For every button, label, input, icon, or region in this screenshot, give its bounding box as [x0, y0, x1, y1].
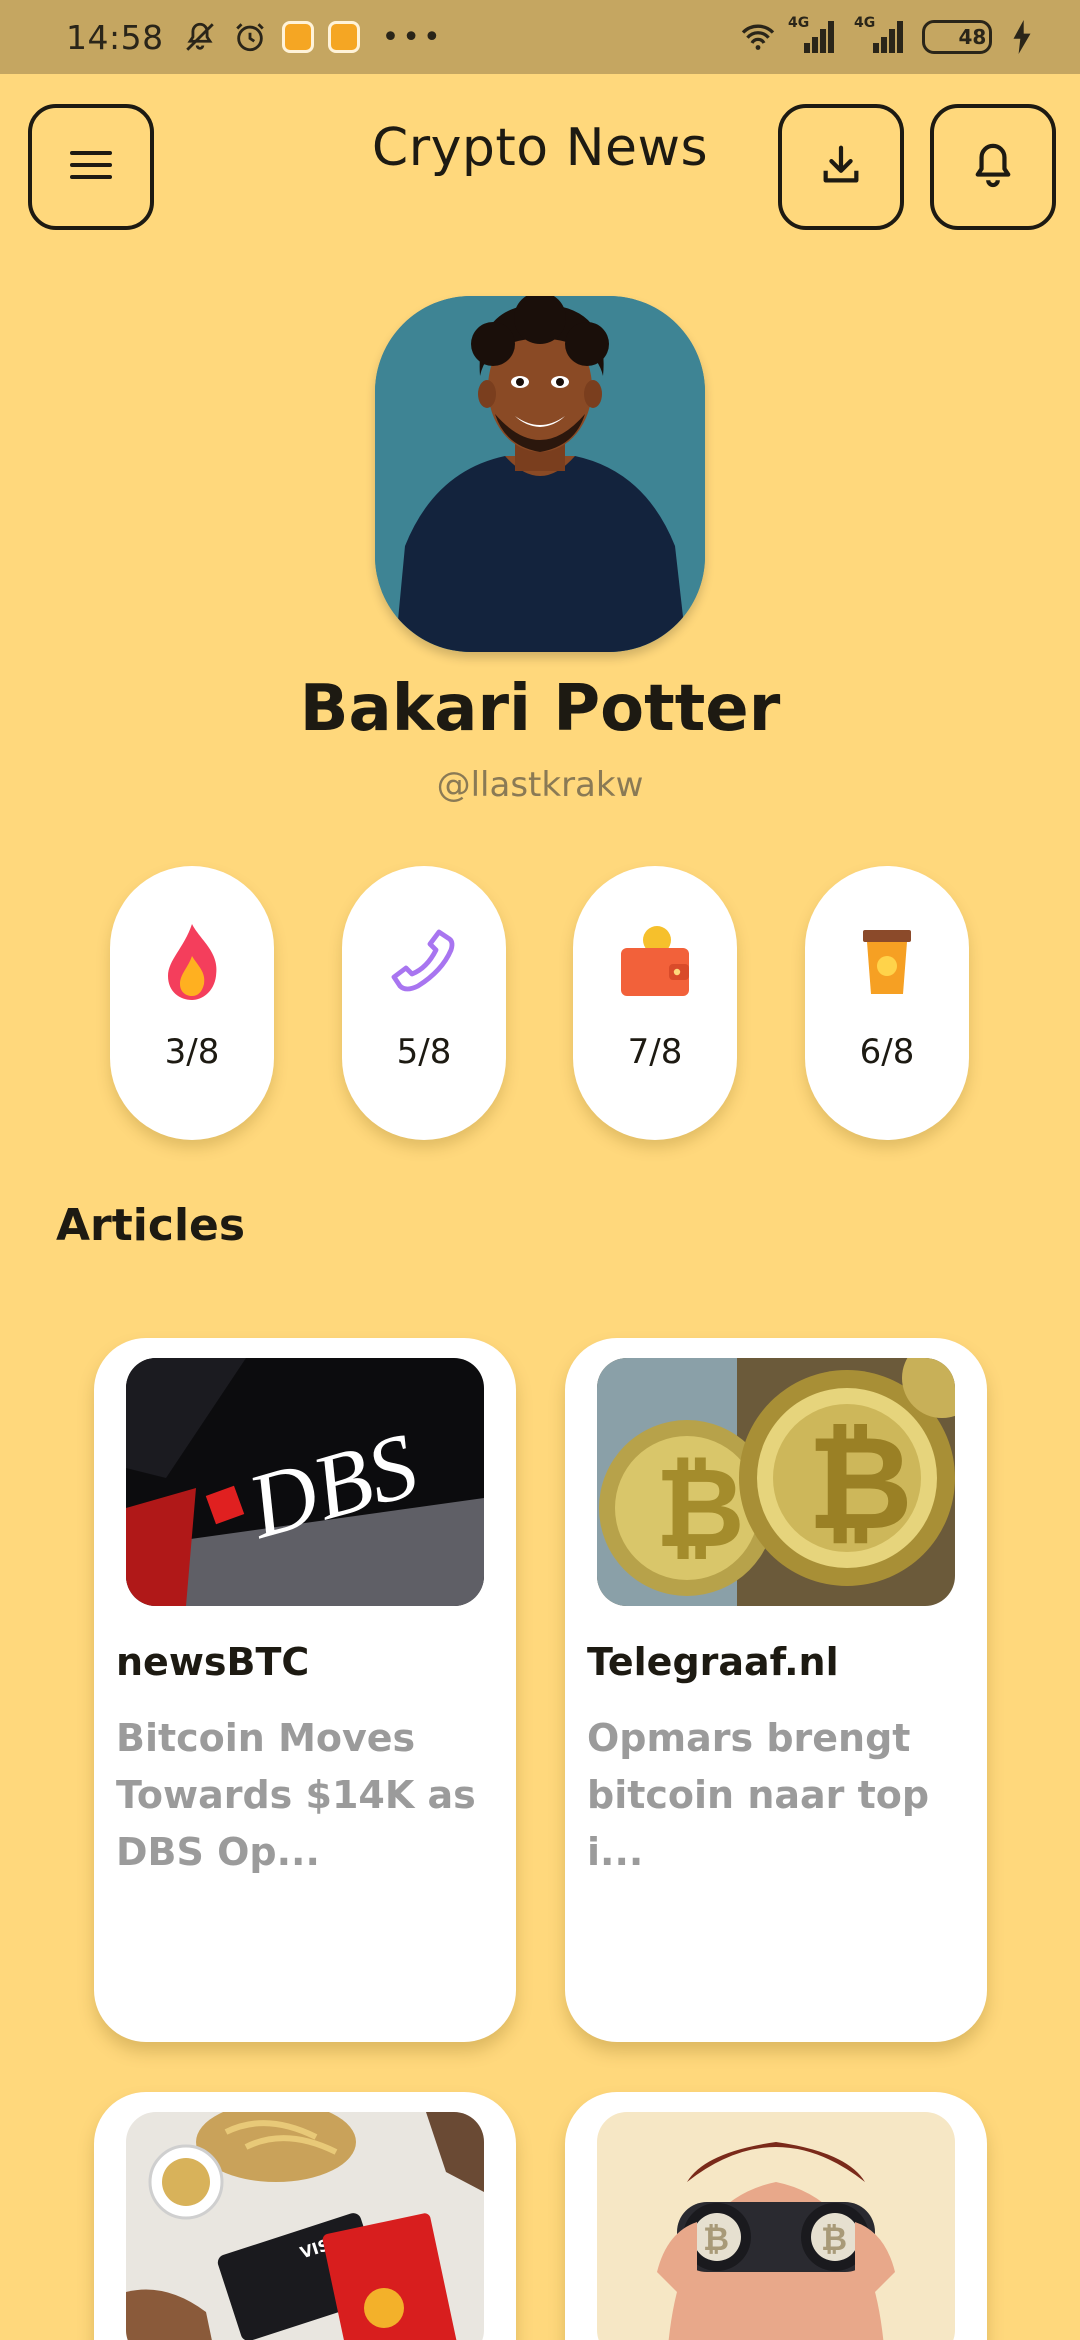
- app-notification-icon: [327, 21, 360, 53]
- more-notifications-icon: •••: [381, 19, 444, 55]
- status-bar: 14:58 ••• 4G 4G 48: [0, 0, 1080, 74]
- svg-text:₿: ₿: [821, 2220, 847, 2258]
- article-thumbnail: ₿ ₿: [597, 2112, 955, 2340]
- mute-icon: [182, 19, 218, 55]
- article-source: newsBTC: [116, 1640, 310, 1684]
- download-button[interactable]: [778, 104, 904, 230]
- coffee-cup-icon: [847, 922, 927, 1002]
- battery-indicator: 48: [922, 20, 992, 54]
- stat-card-wallet[interactable]: 7/8: [573, 866, 737, 1140]
- stat-card-streak[interactable]: 3/8: [110, 866, 274, 1140]
- stat-value: 6/8: [859, 1032, 915, 1072]
- article-thumbnail: DBS: [126, 1358, 484, 1606]
- signal-icon: 4G: [788, 15, 840, 55]
- article-card[interactable]: DBS newsBTC Bitcoin Moves Towards $14K a…: [94, 1338, 516, 2042]
- avatar-illustration: [375, 296, 705, 652]
- article-excerpt: Opmars brengt bitcoin naar top i...: [587, 1716, 930, 1874]
- alarm-icon: [232, 19, 268, 55]
- article-card[interactable]: ₿ ₿: [565, 2092, 987, 2340]
- section-title-articles: Articles: [56, 1200, 246, 1251]
- article-card[interactable]: ₿ ₿ Telegraaf.nl Opmars brengt bitcoin n…: [565, 1338, 987, 2042]
- article-card[interactable]: VISA: [94, 2092, 516, 2340]
- article-thumbnail: ₿ ₿: [597, 1358, 955, 1606]
- stat-value: 7/8: [627, 1032, 683, 1072]
- phone-icon: [384, 922, 464, 1002]
- network-type: 4G: [854, 15, 876, 31]
- flame-icon: [152, 922, 232, 1002]
- profile-name: Bakari Potter: [299, 672, 781, 746]
- stat-card-calls[interactable]: 5/8: [342, 866, 506, 1140]
- network-type: 4G: [788, 15, 810, 31]
- stat-card-coffee[interactable]: 6/8: [805, 866, 969, 1140]
- article-excerpt: Bitcoin Moves Towards $14K as DBS Op...: [116, 1716, 476, 1874]
- article-source: Telegraaf.nl: [587, 1640, 839, 1684]
- avatar[interactable]: [375, 296, 705, 652]
- article-thumbnail: VISA: [126, 2112, 484, 2340]
- bell-icon: [972, 142, 1014, 192]
- charging-icon: [1004, 19, 1040, 55]
- app-notification-icon: [281, 21, 314, 53]
- stat-value: 3/8: [164, 1032, 220, 1072]
- wallet-icon: [615, 922, 695, 1002]
- battery-level: 48: [958, 25, 987, 49]
- svg-text:₿: ₿: [703, 2220, 729, 2258]
- profile-handle: @llastkrakw: [436, 765, 644, 805]
- status-time: 14:58: [66, 17, 164, 57]
- svg-text:₿: ₿: [807, 1407, 913, 1559]
- wifi-icon: [740, 19, 776, 55]
- page-title: Crypto News: [371, 118, 709, 178]
- signal-icon: 4G: [852, 15, 910, 55]
- download-icon: [818, 142, 864, 192]
- stat-value: 5/8: [396, 1032, 452, 1072]
- notifications-button[interactable]: [930, 104, 1056, 230]
- svg-text:₿: ₿: [655, 1444, 745, 1572]
